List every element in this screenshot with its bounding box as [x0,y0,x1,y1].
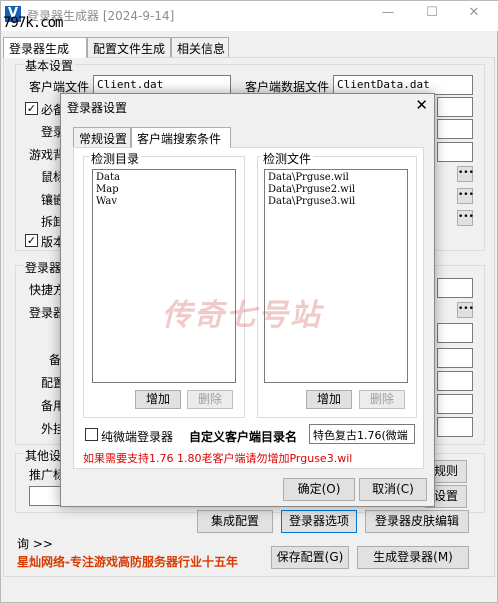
basic-field-2[interactable] [437,119,473,139]
version-checkbox[interactable]: ✓ [25,234,38,247]
launcher-options-button[interactable]: 登录器选项 [281,510,357,533]
detect-files-label: 检测文件 [261,150,314,167]
basic-field-3[interactable] [437,142,473,162]
tab-client-search[interactable]: 客户端搜索条件 [131,127,231,148]
add-dir-button[interactable]: 增加 [135,390,181,409]
required-checkbox[interactable]: ✓ [25,102,38,115]
dialog-close-icon[interactable]: ✕ [415,96,428,114]
close-button[interactable]: ✕ [464,5,484,23]
embed-browse-button[interactable]: ••• [457,188,474,204]
integrated-config-button[interactable]: 集成配置 [197,510,273,533]
title-bar: V 登录器生成器 [2024-9-14] 797k.com — ☐ ✕ [1,1,498,31]
list-item[interactable]: Data\Prguse.wil [268,172,404,184]
launcher-field-3[interactable] [437,348,473,368]
save-config-button[interactable]: 保存配置(G) [271,546,349,569]
client-file-input[interactable]: Client.dat [93,75,231,95]
list-item[interactable]: Wav [96,196,232,208]
list-item[interactable]: Data [96,172,232,184]
mouse-browse-button[interactable]: ••• [457,166,474,182]
add-file-button[interactable]: 增加 [306,390,352,409]
basic-field-1[interactable] [437,97,473,117]
launcher-field-2[interactable] [437,323,473,343]
basic-settings-label: 基本设置 [23,57,76,74]
tab-about[interactable]: 相关信息 [171,37,229,57]
site-watermark: 797k.com [3,15,63,31]
launcher-browse-button[interactable]: ••• [457,302,474,318]
list-item[interactable]: Map [96,184,232,196]
detect-files-list[interactable]: Data\Prguse.wil Data\Prguse2.wil Data\Pr… [264,169,408,383]
logo-watermark: 传奇七号站 [162,298,322,333]
generate-launcher-button[interactable]: 生成登录器(M) [357,546,469,569]
detect-dirs-label: 检测目录 [89,150,142,167]
list-item[interactable]: Data\Prguse2.wil [268,184,404,196]
launcher-group-label: 登录器 [23,259,64,276]
custom-dir-label: 自定义客户端目录名 [189,430,298,444]
launcher-field-6[interactable] [437,417,473,437]
delete-file-button[interactable]: 删除 [359,390,405,409]
expand-link[interactable]: 询 >> [17,535,53,552]
main-tab-bar: 登录器生成 配置文件生成 相关信息 [3,37,497,58]
delete-dir-button[interactable]: 删除 [187,390,233,409]
maximize-button[interactable]: ☐ [422,5,442,23]
micro-client-checkbox[interactable] [85,428,98,441]
micro-client-label: 纯微端登录器 [101,430,174,444]
tab-general-settings[interactable]: 常规设置 [73,127,131,147]
skin-editor-button[interactable]: 登录器皮肤编辑 [365,510,469,533]
split-browse-button[interactable]: ••• [457,210,474,226]
other-group-label: 其他设 [23,447,64,464]
tab-launcher-generate[interactable]: 登录器生成 [3,37,87,58]
client-data-input[interactable]: ClientData.dat [333,75,473,95]
minimize-button[interactable]: — [378,5,398,23]
ok-button[interactable]: 确定(O) [283,478,355,501]
custom-dir-input[interactable]: 特色复古1.76(微端 [309,424,415,444]
cancel-button[interactable]: 取消(C) [359,478,427,501]
detect-dirs-list[interactable]: Data Map Wav [92,169,236,383]
launcher-field-1[interactable] [437,278,473,298]
list-item[interactable]: Data\Prguse3.wil [268,196,404,208]
brand-slogan: 星灿网络-专注游戏高防服务器行业十五年 [17,555,238,569]
launcher-field-4[interactable] [437,371,473,391]
dialog-tab-bar: 常规设置 客户端搜索条件 [73,127,423,148]
launcher-field-5[interactable] [437,394,473,414]
compat-hint: 如果需要支持1.76 1.80老客户端请勿增加Prguse3.wil [83,452,353,465]
tab-config-generate[interactable]: 配置文件生成 [87,37,171,57]
dialog-title: 登录器设置 [67,101,128,115]
